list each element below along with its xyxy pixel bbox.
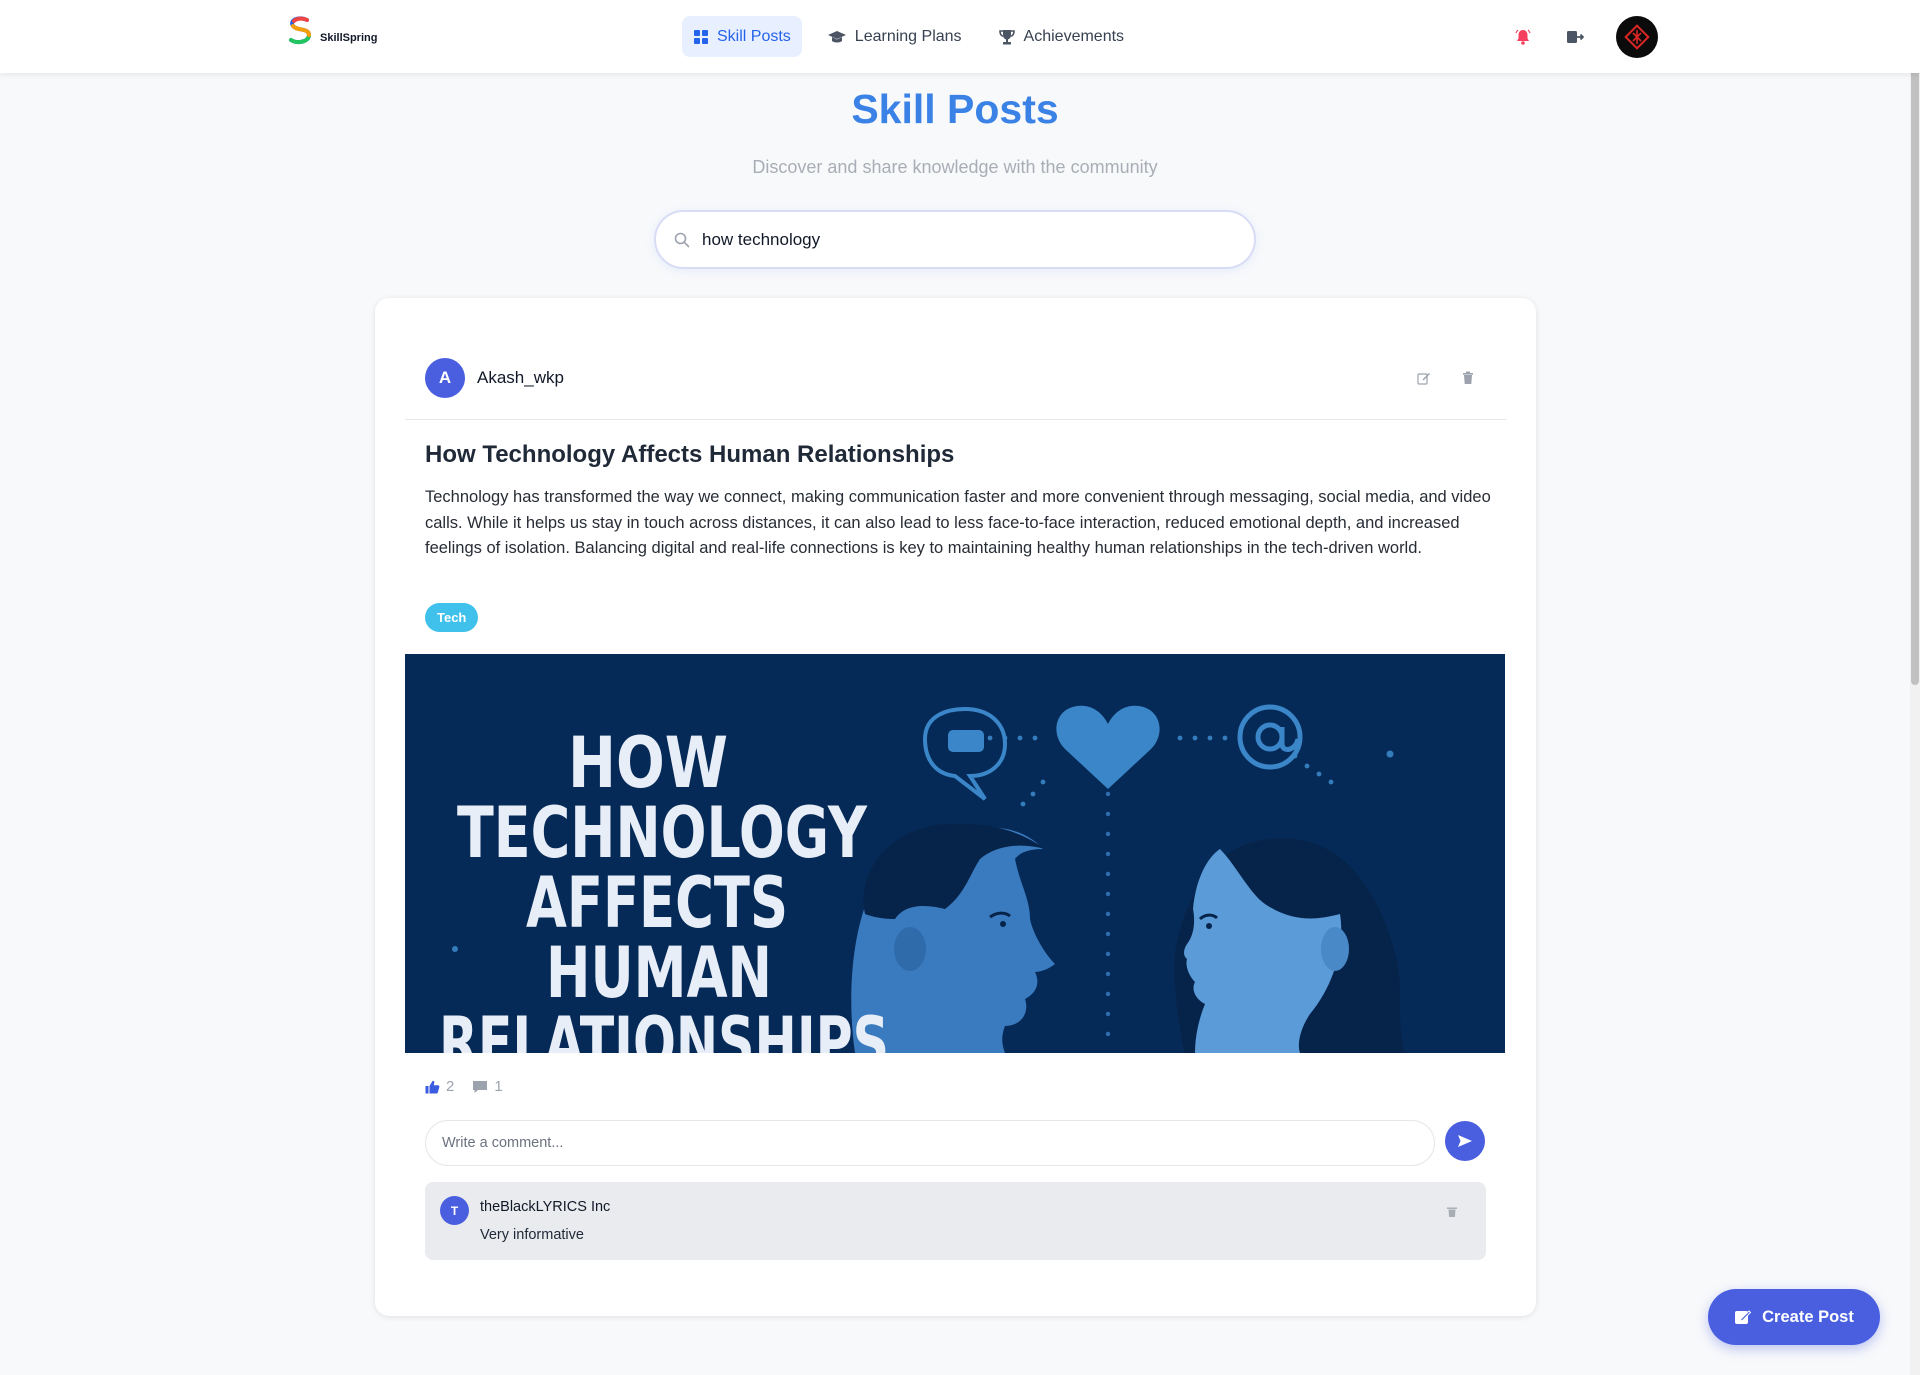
thumbs-up-icon bbox=[425, 1080, 440, 1093]
post-body: Technology has transformed the way we co… bbox=[425, 488, 1491, 557]
bell-icon bbox=[1515, 29, 1531, 45]
trash-icon bbox=[1463, 371, 1473, 384]
edit-post-button[interactable] bbox=[1416, 370, 1432, 386]
send-comment-button[interactable] bbox=[1445, 1121, 1485, 1161]
delete-post-button[interactable] bbox=[1460, 370, 1476, 386]
comment-avatar[interactable]: T bbox=[440, 1196, 469, 1225]
graduation-cap-icon bbox=[827, 30, 846, 42]
comment-author[interactable]: theBlackLYRICS Inc bbox=[480, 1199, 610, 1215]
post-image[interactable]: HOW TECHNOLOGY AFFECTS HUMAN RELATIONSHI… bbox=[405, 654, 1505, 1053]
post-tag[interactable]: Tech bbox=[425, 603, 479, 632]
logo[interactable]: SkillSpring bbox=[285, 14, 377, 50]
search-icon bbox=[674, 232, 690, 247]
search-bar[interactable] bbox=[654, 210, 1256, 269]
main-nav: Skill Posts Learning Plans Achievements bbox=[682, 16, 1135, 57]
nav-label-achievements: Achievements bbox=[1023, 27, 1125, 45]
page-subtitle: Discover and share knowledge with the co… bbox=[752, 157, 1158, 177]
logout-icon bbox=[1567, 31, 1584, 43]
trophy-icon bbox=[998, 29, 1015, 44]
comment-item: T theBlackLYRICS Inc Very informative bbox=[425, 1182, 1486, 1260]
comment-count: 1 bbox=[494, 1078, 503, 1095]
nav-achievements[interactable]: Achievements bbox=[987, 16, 1136, 57]
comment-box[interactable] bbox=[425, 1120, 1435, 1166]
post-actions bbox=[1416, 370, 1476, 386]
grid-icon bbox=[694, 29, 708, 44]
comments-button[interactable]: 1 bbox=[472, 1078, 503, 1095]
search-input[interactable] bbox=[702, 229, 1222, 250]
post-divider bbox=[405, 419, 1506, 420]
nav-label-learning-plans: Learning Plans bbox=[854, 27, 962, 45]
logout-button[interactable] bbox=[1564, 26, 1586, 48]
author-name[interactable]: Akash_wkp bbox=[477, 368, 564, 388]
nav-skill-posts[interactable]: Skill Posts bbox=[682, 16, 802, 57]
post-card: A Akash_wkp How Technology Affects Human… bbox=[375, 298, 1536, 1316]
logo-mark-icon bbox=[289, 16, 312, 45]
comment-icon bbox=[473, 1080, 488, 1093]
create-post-button[interactable]: Create Post bbox=[1708, 1289, 1880, 1345]
like-button[interactable]: 2 bbox=[425, 1078, 454, 1095]
create-post-label: Create Post bbox=[1762, 1307, 1854, 1326]
edit-icon bbox=[1417, 373, 1430, 385]
logo-text: SkillSpring bbox=[320, 32, 378, 44]
comment-text: Very informative bbox=[480, 1227, 584, 1243]
delete-comment-icon[interactable] bbox=[1446, 1206, 1458, 1218]
author-avatar[interactable]: A bbox=[425, 358, 465, 398]
header-actions bbox=[1512, 16, 1658, 58]
top-navbar: SkillSpring Skill Posts Learning Plans A… bbox=[0, 0, 1920, 73]
nav-label-skill-posts: Skill Posts bbox=[717, 27, 791, 45]
nav-learning-plans[interactable]: Learning Plans bbox=[816, 16, 973, 57]
like-count: 2 bbox=[446, 1078, 455, 1095]
post-title: How Technology Affects Human Relationshi… bbox=[425, 441, 955, 468]
image-headline-line-5: RELATIONSHIPS bbox=[439, 1002, 889, 1053]
scrollbar-thumb[interactable] bbox=[1911, 55, 1919, 685]
post-illustration: HOW TECHNOLOGY AFFECTS HUMAN RELATIONSHI… bbox=[405, 654, 1505, 1053]
post-author[interactable]: A Akash_wkp bbox=[425, 358, 564, 398]
avatar-logo-icon bbox=[1624, 24, 1650, 50]
edit-square-icon bbox=[1735, 1310, 1752, 1324]
notifications-button[interactable] bbox=[1512, 26, 1534, 48]
user-avatar[interactable] bbox=[1616, 16, 1658, 58]
page-title: Skill Posts bbox=[851, 86, 1059, 132]
comment-input[interactable] bbox=[442, 1135, 1412, 1151]
post-stats: 2 1 bbox=[425, 1078, 503, 1095]
send-icon bbox=[1458, 1135, 1472, 1147]
scrollbar[interactable] bbox=[1910, 0, 1920, 1375]
